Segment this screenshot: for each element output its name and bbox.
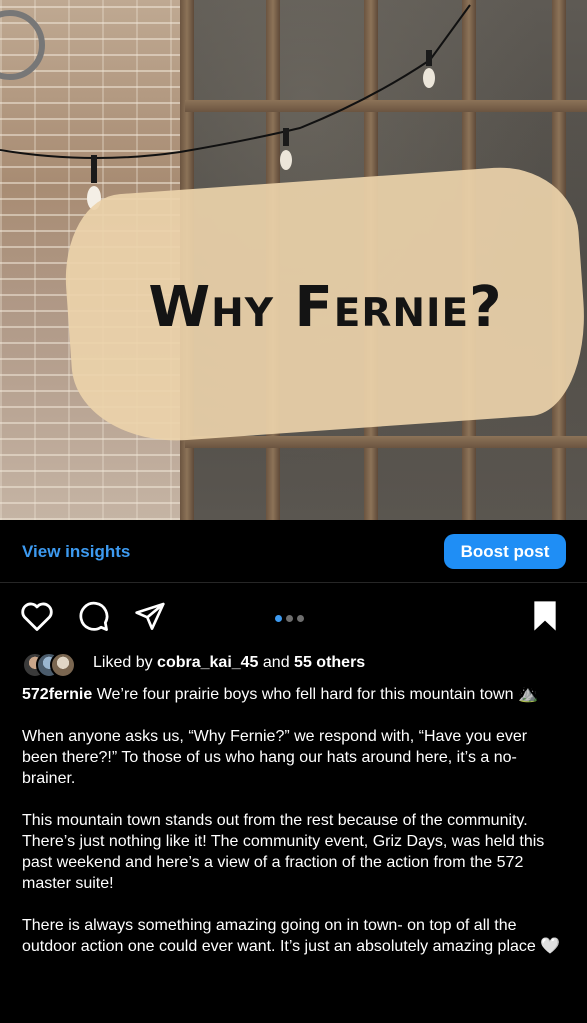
liked-by-and: and <box>258 654 295 671</box>
carousel-dot <box>286 615 293 622</box>
wood-plate <box>185 436 587 448</box>
caption-paragraph: There is always something amazing going … <box>22 917 561 955</box>
share-icon[interactable] <box>133 600 167 632</box>
carousel-dot <box>275 615 282 622</box>
view-insights-link[interactable]: View insights <box>22 542 130 562</box>
overlay-title: Why Fernie? <box>148 275 503 340</box>
post-image[interactable]: Why Fernie? <box>0 0 587 520</box>
caption-first-line: We’re four prairie boys who fell hard fo… <box>96 686 538 703</box>
caption-username[interactable]: 572fernie <box>22 686 92 703</box>
caption-paragraph: When anyone asks us, “Why Fernie?” we re… <box>22 728 528 787</box>
caption: 572fernie We’re four prairie boys who fe… <box>22 684 567 978</box>
heart-icon[interactable] <box>20 600 54 632</box>
avatar <box>50 652 76 678</box>
boost-post-button[interactable]: Boost post <box>444 534 566 569</box>
liked-by-prefix: Liked by <box>93 654 158 671</box>
liked-by-text: Liked by cobra_kai_45 and 55 others <box>93 654 365 672</box>
carousel-indicator <box>275 609 308 622</box>
comment-icon[interactable] <box>77 600 110 633</box>
carousel-dot <box>297 615 304 622</box>
liked-by-user[interactable]: cobra_kai_45 <box>157 654 258 671</box>
caption-first: 572fernie We’re four prairie boys who fe… <box>22 684 567 705</box>
bookmark-icon[interactable] <box>531 600 559 632</box>
others-count[interactable]: 55 others <box>294 654 365 671</box>
caption-paragraph: This mountain town stands out from the r… <box>22 812 545 892</box>
